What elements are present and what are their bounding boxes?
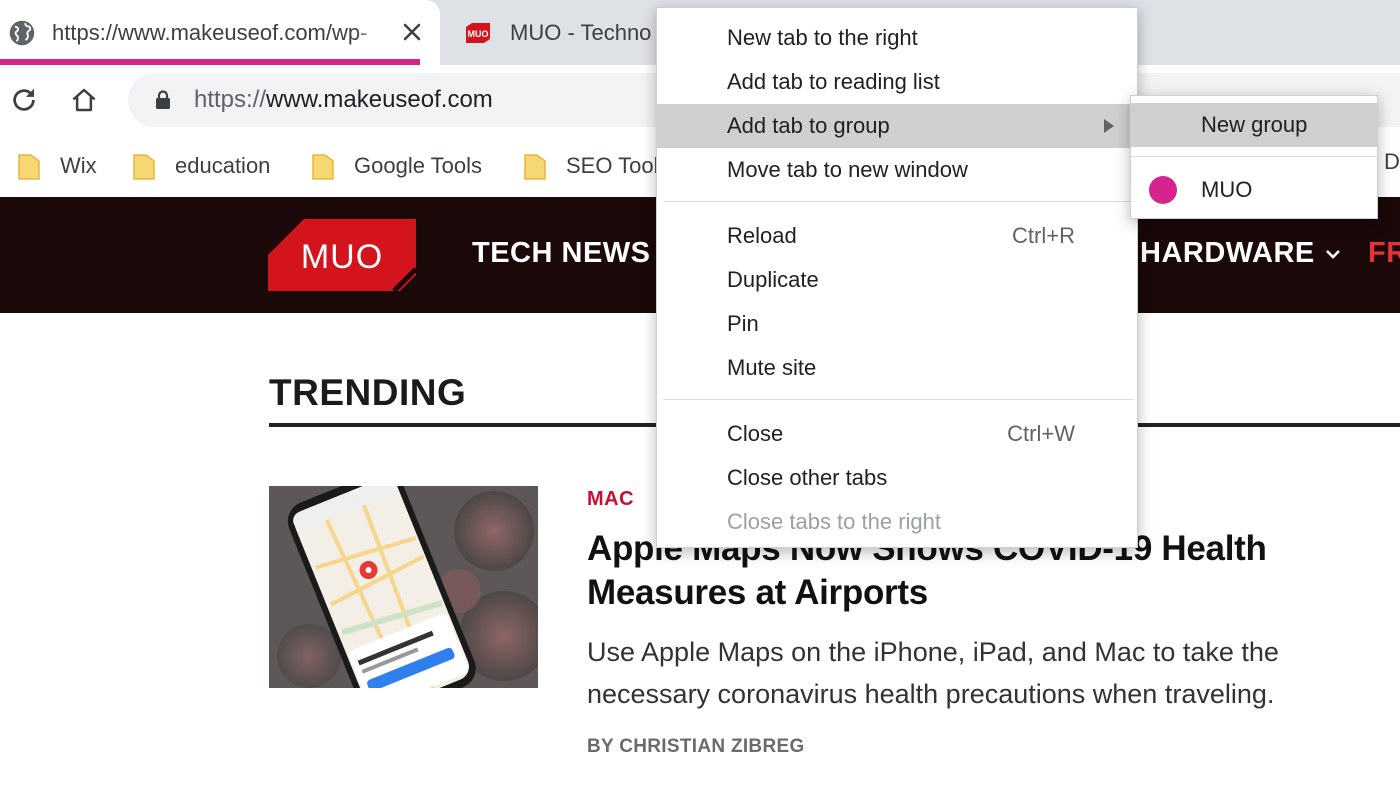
- tab-context-menu: New tab to the right Add tab to reading …: [656, 7, 1138, 548]
- folder-icon: [18, 154, 40, 180]
- bookmark-education[interactable]: education: [133, 148, 270, 184]
- iphone-maps-image: [269, 486, 538, 688]
- bookmark-overflow-label[interactable]: D: [1384, 149, 1400, 175]
- bookmark-label: Google Tools: [354, 153, 483, 178]
- trending-heading: TRENDING: [269, 372, 467, 413]
- article-byline[interactable]: BY CHRISTIAN ZIBREG: [587, 736, 805, 758]
- menu-item-close-other-tabs[interactable]: Close other tabs: [657, 456, 1137, 500]
- close-tab-button[interactable]: [398, 18, 426, 46]
- menu-item-label: Duplicate: [727, 267, 819, 292]
- bookmark-google-tools[interactable]: Google Tools: [312, 148, 482, 184]
- tab-group-submenu: New group MUO: [1130, 95, 1378, 219]
- bookmark-wix[interactable]: Wix: [18, 148, 97, 184]
- reload-icon: [13, 88, 35, 111]
- logo-text: MUO: [301, 238, 383, 276]
- menu-item-label: Pin: [727, 311, 759, 336]
- bookmark-label: Wix: [60, 153, 97, 178]
- article-thumbnail[interactable]: [269, 486, 538, 688]
- article-category[interactable]: MAC: [587, 488, 634, 511]
- article-excerpt: Use Apple Maps on the iPhone, iPad, and …: [587, 637, 1279, 709]
- menu-item-label: Close tabs to the right: [727, 509, 942, 534]
- bookmark-label: education: [175, 153, 271, 178]
- lock-icon[interactable]: [152, 89, 174, 111]
- menu-item-label: Mute site: [727, 355, 817, 380]
- group-color-dot: [1149, 176, 1177, 204]
- chevron-down-icon: [1325, 249, 1340, 259]
- submenu-arrow-icon: [1104, 119, 1114, 133]
- tab-title: MUO - Techno: [510, 19, 652, 45]
- bookmark-label: SEO Tool: [566, 153, 659, 178]
- menu-item-add-to-reading-list[interactable]: Add tab to reading list: [657, 60, 1137, 104]
- reload-button[interactable]: [4, 80, 44, 120]
- menu-item-label: Add tab to reading list: [727, 69, 940, 94]
- muo-logo[interactable]: MUO: [268, 219, 416, 291]
- menu-item-label: Reload: [727, 223, 797, 248]
- menu-item-reload[interactable]: Reload Ctrl+R: [657, 214, 1137, 258]
- menu-item-label: Close other tabs: [727, 465, 888, 490]
- close-icon: [403, 23, 421, 41]
- url-text: https://www.makeuseof.com: [194, 86, 493, 114]
- menu-item-label: Add tab to group: [727, 113, 890, 138]
- menu-item-close[interactable]: Close Ctrl+W: [657, 412, 1137, 456]
- svg-text:MUO: MUO: [468, 29, 489, 39]
- folder-icon: [524, 154, 546, 180]
- globe-icon: [9, 20, 35, 45]
- folder-icon: [312, 154, 334, 180]
- menu-item-shortcut: Ctrl+W: [1007, 421, 1075, 446]
- home-button[interactable]: [64, 80, 104, 120]
- bookmark-seo-tool[interactable]: SEO Tool: [524, 148, 659, 184]
- menu-item-label: Close: [727, 421, 784, 446]
- tab-makeuseof-wp[interactable]: https://www.makeuseof.com/wp-: [0, 0, 440, 65]
- menu-item-new-tab-right[interactable]: New tab to the right: [657, 16, 1137, 60]
- menu-separator: [663, 201, 1133, 202]
- submenu-item-label: MUO: [1201, 177, 1253, 202]
- menu-item-label: New tab to the right: [727, 25, 918, 50]
- tab-title: https://www.makeuseof.com/wp-: [52, 19, 368, 45]
- nav-tech-news[interactable]: TECH NEWS: [472, 237, 651, 270]
- submenu-item-group-muo[interactable]: MUO: [1131, 168, 1377, 212]
- url-host: www.makeuseof.com: [266, 86, 493, 113]
- menu-separator: [663, 399, 1133, 400]
- nav-hardware-label: HARDWARE: [1140, 237, 1315, 269]
- nav-hardware[interactable]: HARDWARE: [1140, 237, 1341, 270]
- url-scheme: https://: [194, 86, 267, 113]
- folder-icon: [133, 154, 155, 180]
- submenu-item-label: New group: [1201, 112, 1308, 137]
- tab-muo[interactable]: MUO MUO - Techno: [442, 0, 662, 65]
- menu-item-duplicate[interactable]: Duplicate: [657, 258, 1137, 302]
- menu-item-shortcut: Ctrl+R: [1012, 223, 1075, 248]
- muo-favicon-icon: MUO: [466, 22, 490, 43]
- menu-item-label: Move tab to new window: [727, 157, 968, 182]
- menu-item-close-tabs-right: Close tabs to the right: [657, 500, 1137, 544]
- menu-item-add-tab-to-group[interactable]: Add tab to group: [657, 104, 1137, 148]
- submenu-item-new-group[interactable]: New group: [1131, 103, 1377, 147]
- menu-item-mute-site[interactable]: Mute site: [657, 346, 1137, 390]
- home-icon: [72, 88, 96, 112]
- nav-free[interactable]: FR: [1368, 237, 1400, 270]
- menu-item-pin[interactable]: Pin: [657, 302, 1137, 346]
- submenu-separator: [1131, 156, 1377, 157]
- menu-item-move-to-new-window[interactable]: Move tab to new window: [657, 148, 1137, 192]
